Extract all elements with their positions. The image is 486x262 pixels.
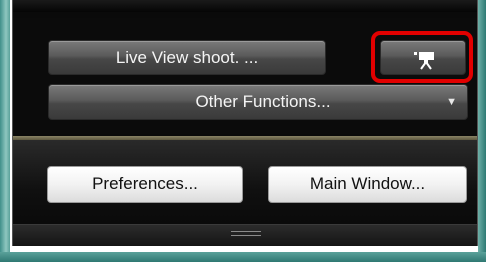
window-frame-right <box>478 0 486 262</box>
main-window-button[interactable]: Main Window... <box>268 166 467 203</box>
live-view-shoot-button[interactable]: Live View shoot. ... <box>48 40 326 75</box>
other-functions-label: Other Functions... <box>195 92 331 111</box>
window-frame-bottom <box>0 252 486 262</box>
resize-grip-bar[interactable] <box>13 224 477 246</box>
window-frame-left <box>0 0 10 262</box>
preferences-button[interactable]: Preferences... <box>47 166 243 203</box>
screenshot-stage: Live View shoot. ... Other Functions... … <box>0 0 486 262</box>
dropdown-arrow-icon: ▼ <box>446 96 457 108</box>
highlight-ring <box>371 31 473 83</box>
other-functions-dropdown[interactable]: Other Functions... ▼ <box>48 84 468 120</box>
grip-lines-icon <box>231 231 261 239</box>
control-panel: Live View shoot. ... Other Functions... … <box>12 0 478 246</box>
panel-top-strip <box>13 0 477 12</box>
